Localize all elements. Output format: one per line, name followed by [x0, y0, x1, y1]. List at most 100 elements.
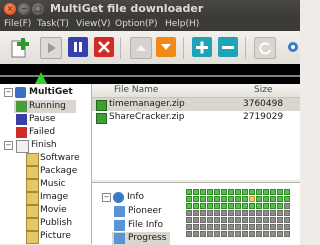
- progress-block: [242, 196, 248, 202]
- move-up-button[interactable]: [130, 37, 152, 59]
- progress-block: [186, 217, 192, 223]
- pause-button[interactable]: [68, 37, 88, 57]
- info-item-pioneer[interactable]: Pioneer: [112, 205, 172, 218]
- menu-view[interactable]: View(V): [76, 19, 111, 29]
- progress-block: [186, 203, 192, 209]
- progress-block: [284, 210, 290, 216]
- progress-block: [249, 210, 255, 216]
- tree-root-label: MultiGet: [29, 87, 73, 97]
- add-thread-icon: [196, 41, 208, 54]
- remove-thread-button[interactable]: [218, 37, 238, 57]
- menu-option[interactable]: Option(P): [115, 19, 158, 29]
- tree-item-failed[interactable]: Failed: [14, 126, 84, 139]
- info-item-progress[interactable]: Progress: [112, 232, 170, 245]
- menu-bar: File(F) Task(T) View(V) Option(P) Help(H…: [0, 18, 300, 31]
- toolbar-separator: [183, 37, 184, 59]
- progress-block: [277, 196, 283, 202]
- menu-help[interactable]: Help(H): [165, 19, 199, 29]
- progress-block: [221, 210, 227, 216]
- progress-block: [256, 189, 262, 195]
- progress-block: [242, 210, 248, 216]
- tree-root[interactable]: − MultiGet: [2, 86, 90, 99]
- running-file-icon: [96, 100, 107, 111]
- add-thread-button[interactable]: [192, 37, 212, 57]
- tree-item-software[interactable]: Software: [22, 152, 90, 166]
- info-item-file-info[interactable]: File Info: [112, 219, 172, 232]
- progress-block: [277, 231, 283, 237]
- progress-block: [214, 196, 220, 202]
- progress-block: [221, 217, 227, 223]
- progress-block: [207, 203, 213, 209]
- file-name: ShareCracker.zip: [109, 112, 185, 122]
- table-row[interactable]: ShareCracker.zip 2719029: [92, 111, 300, 124]
- progress-block: [200, 189, 206, 195]
- tree-item-pause[interactable]: Pause: [14, 113, 84, 126]
- new-task-button[interactable]: [10, 37, 30, 58]
- settings-icon: [288, 42, 298, 52]
- tree-item-finish[interactable]: − Finish: [2, 139, 90, 153]
- collapse-icon[interactable]: −: [102, 193, 111, 202]
- tree-item-publish[interactable]: Publish: [22, 217, 90, 231]
- progress-block: [214, 203, 220, 209]
- progress-block: [263, 203, 269, 209]
- progress-block: [277, 189, 283, 195]
- progress-block: [256, 224, 262, 230]
- file-name: timemanager.zip: [109, 99, 185, 109]
- collapse-icon[interactable]: −: [4, 88, 13, 97]
- progress-block: [221, 189, 227, 195]
- info-tree-root[interactable]: − Info: [102, 191, 152, 204]
- progress-block: [186, 224, 192, 230]
- progress-block: [228, 224, 234, 230]
- tree-item-picture[interactable]: Picture: [22, 230, 90, 244]
- minimize-button[interactable]: −: [18, 3, 30, 15]
- column-file-name[interactable]: File Name: [114, 85, 158, 95]
- tree-item-running[interactable]: Running: [14, 100, 76, 113]
- move-down-button[interactable]: [156, 37, 176, 57]
- file-size: 2719029: [243, 112, 284, 122]
- progress-block: [249, 231, 255, 237]
- progress-block: [270, 203, 276, 209]
- progress-block: [207, 231, 213, 237]
- settings-button[interactable]: [283, 37, 303, 57]
- move-up-icon: [136, 45, 146, 51]
- menu-file[interactable]: File(F): [4, 19, 31, 29]
- close-button[interactable]: ×: [4, 3, 16, 15]
- tree-item-movie[interactable]: Movie: [22, 204, 90, 218]
- progress-block: [214, 231, 220, 237]
- collapse-icon[interactable]: −: [4, 141, 13, 150]
- progress-block: [193, 210, 199, 216]
- progress-block: [214, 210, 220, 216]
- progress-block: [284, 217, 290, 223]
- progress-block: [249, 217, 255, 223]
- tree-item-image[interactable]: Image: [22, 191, 90, 205]
- menu-task[interactable]: Task(T): [37, 19, 69, 29]
- table-row[interactable]: timemanager.zip 3760498: [92, 98, 300, 111]
- progress-block: [228, 210, 234, 216]
- info-icon: [113, 192, 124, 203]
- progress-block: [242, 217, 248, 223]
- maximize-button[interactable]: □: [32, 3, 44, 15]
- progress-block: [284, 231, 290, 237]
- progress-block: [193, 196, 199, 202]
- progress-block: [242, 231, 248, 237]
- progress-block: [277, 210, 283, 216]
- progress-block: [235, 217, 241, 223]
- progress-block: [235, 189, 241, 195]
- progress-block: [263, 196, 269, 202]
- file-info-icon: [114, 220, 125, 231]
- progress-block: [249, 203, 255, 209]
- column-size[interactable]: Size: [254, 85, 272, 95]
- reload-button[interactable]: [254, 37, 276, 59]
- progress-block: [242, 224, 248, 230]
- tree-item-package[interactable]: Package: [22, 165, 90, 179]
- tree-item-music[interactable]: Music: [22, 178, 90, 192]
- progress-block: [193, 189, 199, 195]
- progress-block: [193, 231, 199, 237]
- progress-block: [214, 189, 220, 195]
- progress-block: [228, 196, 234, 202]
- start-button[interactable]: [40, 37, 62, 59]
- progress-block: [277, 203, 283, 209]
- delete-button[interactable]: [94, 37, 114, 57]
- progress-block: [277, 224, 283, 230]
- progress-block: [270, 231, 276, 237]
